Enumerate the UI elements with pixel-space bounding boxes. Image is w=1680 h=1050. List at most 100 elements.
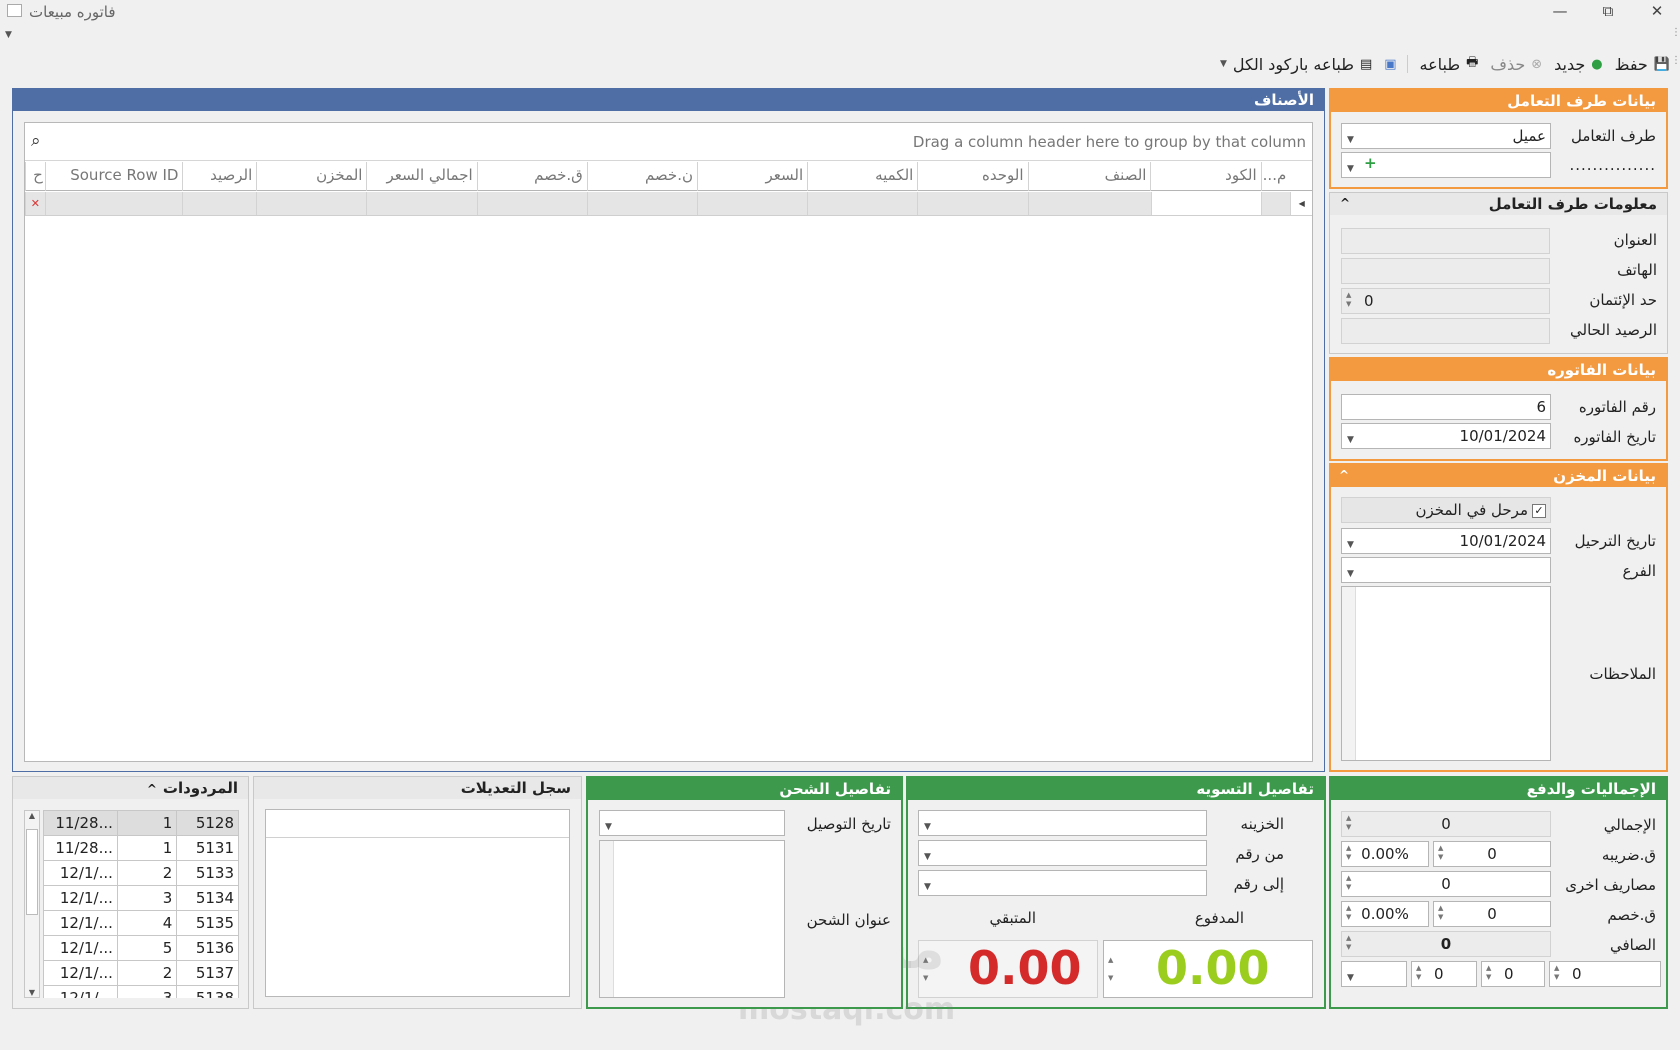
column-header[interactable]: ح <box>25 162 45 191</box>
phone-field[interactable] <box>1341 258 1550 284</box>
address-field[interactable] <box>1341 228 1550 254</box>
table-row[interactable]: 5136 5 12/1/... <box>43 935 239 961</box>
discount-percent-field[interactable]: ▲ ▼ 0.00% <box>1341 901 1429 927</box>
returns-count-cell[interactable]: 2 <box>116 860 178 886</box>
grid-cell[interactable] <box>476 192 587 215</box>
table-row[interactable]: 5131 1 11/28... <box>43 835 239 861</box>
minimize-button[interactable]: — <box>1545 2 1575 20</box>
column-header[interactable]: الصنف <box>1027 162 1151 191</box>
items-grid[interactable]: ⌕ Drag a column header here to group by … <box>24 122 1313 762</box>
overflow-icon[interactable]: ⋮ <box>1671 28 1680 38</box>
delete-row-icon[interactable]: ✕ <box>24 192 45 215</box>
returns-date-cell[interactable]: 12/1/... <box>43 985 118 998</box>
scroll-down-icon[interactable]: ▼ <box>25 988 39 997</box>
grid-cell-code[interactable] <box>1150 192 1261 215</box>
returns-id-cell[interactable]: 5138 <box>176 985 239 998</box>
print-button[interactable]: 🖶 طباعه <box>1420 53 1479 75</box>
shipping-scrollbar[interactable] <box>600 841 614 997</box>
tax-value-field[interactable]: ▲ ▼ 0 <box>1433 841 1551 867</box>
returns-date-cell[interactable]: 12/1/... <box>43 860 118 886</box>
returns-count-cell[interactable]: 2 <box>116 960 178 986</box>
grid-cell[interactable] <box>44 192 183 215</box>
returns-count-cell[interactable]: 1 <box>116 810 178 836</box>
returns-id-cell[interactable]: 5133 <box>176 860 239 886</box>
table-row[interactable]: 5137 2 12/1/... <box>43 960 239 986</box>
column-header[interactable]: اجمالي السعر <box>366 162 476 191</box>
posted-in-store-checkbox[interactable]: ✓مرحل في المخزن <box>1341 497 1551 523</box>
column-header[interactable]: السعر <box>696 162 807 191</box>
other-expenses-field[interactable]: ▲ ▼ 0 <box>1341 871 1551 897</box>
print-barcode-all-button[interactable]: ▤ طباعه باركود الكل ▼ <box>1220 55 1372 74</box>
delivery-date-picker[interactable]: ▼ <box>599 810 785 836</box>
returns-id-cell[interactable]: 5135 <box>176 910 239 936</box>
returns-count-cell[interactable]: 1 <box>116 835 178 861</box>
settings-button[interactable]: ▣ <box>1384 57 1396 72</box>
notes-scrollbar[interactable] <box>1342 587 1356 760</box>
save-button[interactable]: 💾 حفظ <box>1615 55 1670 74</box>
current-balance-field[interactable] <box>1341 318 1550 344</box>
quick-access-dropdown-icon[interactable]: ▼ <box>5 30 12 40</box>
returns-scrollbar[interactable]: ▲ ▼ <box>24 810 40 998</box>
to-number-select[interactable]: ▼ <box>918 870 1207 896</box>
table-row[interactable]: 5128 1 11/28... <box>43 810 239 836</box>
party-name-select[interactable]: ▼ + <box>1341 152 1551 178</box>
store-header[interactable]: بيانات المخزن ^ <box>1331 465 1666 487</box>
search-icon[interactable]: ⌕ <box>31 131 41 151</box>
returns-count-cell[interactable]: 3 <box>116 985 178 998</box>
returns-id-cell[interactable]: 5136 <box>176 935 239 961</box>
payment-field-2[interactable]: ▲ ▼ 0 <box>1481 961 1545 987</box>
tax-percent-field[interactable]: ▲ ▼ 0.00% <box>1341 841 1429 867</box>
scroll-thumb[interactable] <box>26 829 38 915</box>
grid-cell[interactable] <box>256 192 366 215</box>
grid-cell[interactable] <box>697 192 807 215</box>
returns-id-cell[interactable]: 5128 <box>176 810 239 836</box>
column-header[interactable]: م... <box>1260 162 1291 191</box>
returns-date-cell[interactable]: 11/28... <box>43 835 118 861</box>
returns-date-cell[interactable]: 12/1/... <box>43 910 118 936</box>
new-button[interactable]: ● جديد <box>1554 55 1602 74</box>
add-party-icon[interactable]: + <box>1364 154 1377 172</box>
scroll-up-icon[interactable]: ▲ <box>25 811 39 820</box>
returns-date-cell[interactable]: 11/28... <box>43 810 118 836</box>
close-button[interactable]: ✕ <box>1642 2 1672 20</box>
discount-value-field[interactable]: ▲ ▼ 0 <box>1433 901 1551 927</box>
payment-method-select[interactable]: ▼ <box>1341 961 1407 987</box>
returns-id-cell[interactable]: 5137 <box>176 960 239 986</box>
branch-select[interactable]: ▼ <box>1341 557 1551 583</box>
log-grid[interactable] <box>265 809 570 997</box>
total-field[interactable]: ▲ ▼ 0 <box>1341 811 1551 837</box>
grid-cell[interactable] <box>182 192 256 215</box>
returns-id-cell[interactable]: 5134 <box>176 885 239 911</box>
returns-header[interactable]: المردودات^ <box>13 777 248 799</box>
grid-cell[interactable] <box>917 192 1027 215</box>
table-row[interactable]: 5135 4 12/1/... <box>43 910 239 936</box>
column-header[interactable]: الكود <box>1150 162 1260 191</box>
returns-count-cell[interactable]: 3 <box>116 885 178 911</box>
column-header[interactable]: ن.خصم <box>586 162 697 191</box>
table-row[interactable]: 5138 3 12/1/... <box>43 985 239 998</box>
net-field[interactable]: ▲ ▼ 0 <box>1341 931 1551 957</box>
grid-cell[interactable] <box>586 192 697 215</box>
table-row[interactable]: 5134 3 12/1/... <box>43 885 239 911</box>
column-header[interactable]: المخزن <box>256 162 366 191</box>
grid-cell[interactable] <box>366 192 476 215</box>
column-header[interactable]: الرصيد <box>182 162 256 191</box>
returns-count-cell[interactable]: 5 <box>116 935 178 961</box>
notes-textarea[interactable] <box>1341 586 1551 761</box>
party-info-header[interactable]: معلومات طرف التعامل ^ <box>1330 193 1667 215</box>
shipping-address-textarea[interactable] <box>599 840 785 998</box>
from-number-select[interactable]: ▼ <box>918 840 1207 866</box>
delete-button[interactable]: ⊗ حذف <box>1490 55 1542 74</box>
table-row[interactable]: 5133 2 12/1/... <box>43 860 239 886</box>
payment-field-1[interactable]: ▲ ▼ 0 <box>1549 961 1661 987</box>
grid-cell[interactable] <box>807 192 917 215</box>
party-type-select[interactable]: عميل ▼ <box>1341 123 1551 149</box>
returns-date-cell[interactable]: 12/1/... <box>43 935 118 961</box>
new-item-row[interactable]: ◀ ✕ <box>24 192 1312 216</box>
grid-cell[interactable] <box>1260 192 1291 215</box>
restore-button[interactable]: ⧉ <box>1593 2 1623 20</box>
column-header[interactable]: الكميه <box>807 162 917 191</box>
grid-cell[interactable] <box>1027 192 1151 215</box>
credit-limit-field[interactable]: ▲ ▼ 0 <box>1341 288 1550 314</box>
invoice-date-picker[interactable]: 10/01/2024 ▼ <box>1341 423 1551 449</box>
